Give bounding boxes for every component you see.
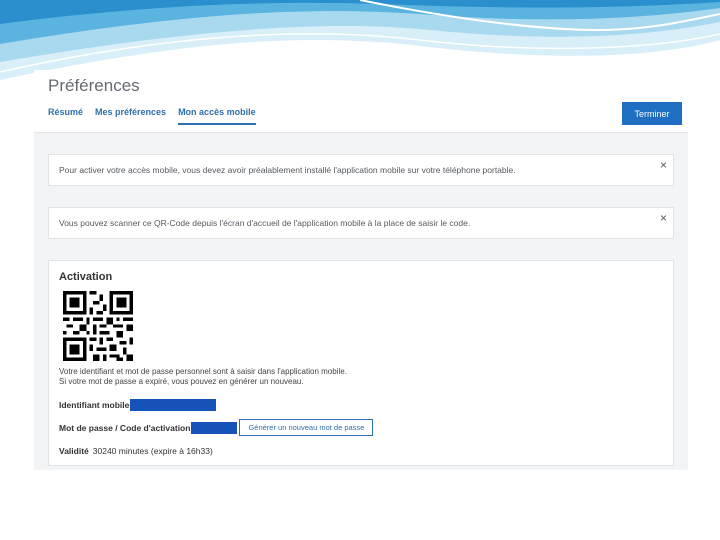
page-title: Préférences	[48, 76, 140, 95]
password-label: Mot de passe / Code d'activation	[59, 422, 191, 433]
password-row: Mot de passe / Code d'activation Générer…	[59, 419, 374, 436]
activation-title: Activation	[59, 271, 113, 283]
info-line: Votre identifiant et mot de passe person…	[59, 367, 347, 376]
validity-value: 30240 minutes (expire à 16h33)	[92, 446, 213, 456]
generate-password-button[interactable]: Générer un nouveau mot de passe	[239, 419, 374, 436]
identifiant-label: Identifiant mobile	[59, 400, 130, 410]
identifiant-value-redacted	[130, 399, 217, 411]
alert-text: Pour activer votre accès mobile, vous de…	[59, 165, 516, 175]
info-line: Si votre mot de passe a expiré, vous pou…	[59, 377, 304, 386]
identifiant-row: Identifiant mobile	[59, 399, 217, 411]
tab-resume[interactable]: Résumé	[48, 107, 83, 125]
activation-info: Votre identifiant et mot de passe person…	[59, 367, 347, 387]
terminer-button[interactable]: Terminer	[622, 102, 682, 125]
activation-card: Activation Votre identifiant et mot de p…	[48, 260, 674, 466]
header-bar: Préférences Résumé Mes préférences Mon a…	[34, 70, 688, 133]
tab-bar: Résumé Mes préférences Mon accès mobile	[48, 107, 268, 125]
info-alert-qrcode: Vous pouvez scanner ce QR-Code depuis l'…	[48, 207, 674, 239]
qr-code-icon	[63, 291, 133, 361]
validity-label: Validité	[59, 446, 89, 456]
password-value-redacted	[191, 421, 238, 434]
close-icon[interactable]: ×	[660, 212, 667, 224]
preferences-panel: Préférences Résumé Mes préférences Mon a…	[34, 70, 688, 470]
info-alert-install: Pour activer votre accès mobile, vous de…	[48, 154, 674, 186]
validity-row: Validité 30240 minutes (expire à 16h33)	[59, 446, 213, 456]
close-icon[interactable]: ×	[660, 159, 667, 171]
alert-text: Vous pouvez scanner ce QR-Code depuis l'…	[59, 218, 471, 228]
tab-mon-acces-mobile[interactable]: Mon accès mobile	[178, 107, 256, 125]
tab-mes-preferences[interactable]: Mes préférences	[95, 107, 166, 125]
